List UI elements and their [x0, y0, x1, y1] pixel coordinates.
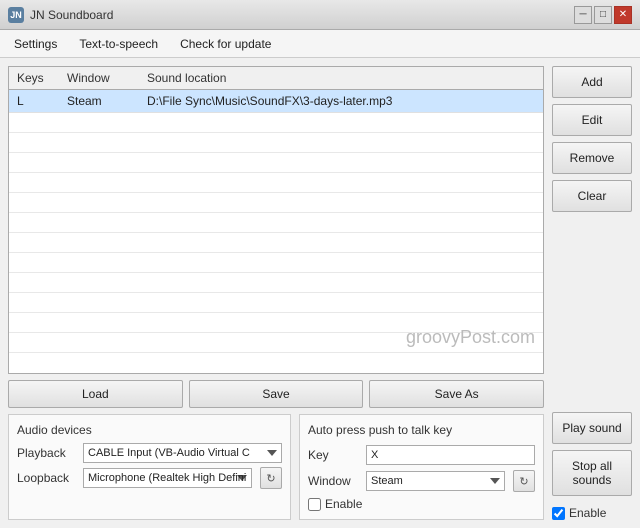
- auto-press-section: Auto press push to talk key Key Window S…: [299, 414, 544, 520]
- empty-row: [9, 133, 543, 153]
- title-bar: JN JN Soundboard ─ □ ✕: [0, 0, 640, 30]
- empty-row: [9, 153, 543, 173]
- auto-press-window-label: Window: [308, 474, 358, 488]
- window-title: JN Soundboard: [30, 8, 113, 22]
- empty-row: [9, 193, 543, 213]
- menu-item-update[interactable]: Check for update: [170, 33, 281, 55]
- loopback-row: Loopback Microphone (Realtek High Defini…: [17, 467, 282, 489]
- empty-row: [9, 173, 543, 193]
- key-field-row: Key: [308, 445, 535, 465]
- empty-row: [9, 273, 543, 293]
- sounds-table: Keys Window Sound location L Steam D:\Fi…: [8, 66, 544, 374]
- cell-window: Steam: [63, 92, 143, 110]
- window-field-row: Window Steam Discord TeamSpeak ↻: [308, 470, 535, 492]
- main-content: Keys Window Sound location L Steam D:\Fi…: [0, 58, 640, 528]
- auto-press-enable-row: Enable: [308, 497, 535, 511]
- play-sound-button[interactable]: Play sound: [552, 412, 632, 444]
- loopback-refresh-button[interactable]: ↻: [260, 467, 282, 489]
- auto-press-window-select[interactable]: Steam Discord TeamSpeak: [366, 471, 505, 491]
- header-sound-location: Sound location: [143, 70, 539, 86]
- load-button[interactable]: Load: [8, 380, 183, 408]
- auto-press-enable-checkbox[interactable]: [308, 498, 321, 511]
- menu-item-settings[interactable]: Settings: [4, 33, 67, 55]
- save-button[interactable]: Save: [189, 380, 364, 408]
- cell-key: L: [13, 92, 63, 110]
- save-as-button[interactable]: Save As: [369, 380, 544, 408]
- remove-button[interactable]: Remove: [552, 142, 632, 174]
- menu-item-tts[interactable]: Text-to-speech: [69, 33, 168, 55]
- close-button[interactable]: ✕: [614, 6, 632, 24]
- table-header: Keys Window Sound location: [9, 67, 543, 90]
- enable-main-checkbox[interactable]: [552, 507, 565, 520]
- auto-press-title: Auto press push to talk key: [308, 423, 535, 437]
- enable-main-label: Enable: [569, 506, 606, 520]
- title-bar-left: JN JN Soundboard: [8, 7, 113, 23]
- watermark: groovyPost.com: [9, 323, 543, 352]
- app-icon: JN: [8, 7, 24, 23]
- edit-button[interactable]: Edit: [552, 104, 632, 136]
- title-bar-controls: ─ □ ✕: [574, 6, 632, 24]
- key-input[interactable]: [366, 445, 535, 465]
- empty-row: [9, 113, 543, 133]
- empty-row: [9, 213, 543, 233]
- maximize-button[interactable]: □: [594, 6, 612, 24]
- cell-sound-location: D:\File Sync\Music\SoundFX\3-days-later.…: [143, 92, 539, 110]
- auto-press-refresh-button[interactable]: ↻: [513, 470, 535, 492]
- action-row: Load Save Save As: [8, 380, 544, 408]
- playback-row: Playback CABLE Input (VB-Audio Virtual C…: [17, 443, 282, 463]
- audio-devices-title: Audio devices: [17, 423, 282, 437]
- empty-rows: [9, 113, 543, 353]
- right-panel: Add Edit Remove Clear Play sound Stop al…: [552, 66, 632, 520]
- stop-all-sounds-button[interactable]: Stop all sounds: [552, 450, 632, 496]
- menu-bar: Settings Text-to-speech Check for update: [0, 30, 640, 58]
- loopback-label: Loopback: [17, 471, 75, 485]
- clear-button[interactable]: Clear: [552, 180, 632, 212]
- empty-row: [9, 253, 543, 273]
- table-row[interactable]: L Steam D:\File Sync\Music\SoundFX\3-day…: [9, 90, 543, 113]
- empty-row: [9, 293, 543, 313]
- loopback-select[interactable]: Microphone (Realtek High Defini Default …: [83, 468, 252, 488]
- playback-label: Playback: [17, 446, 75, 460]
- enable-main-row: Enable: [552, 506, 632, 520]
- auto-press-enable-label: Enable: [325, 497, 362, 511]
- empty-row: [9, 233, 543, 253]
- key-label: Key: [308, 448, 358, 462]
- left-panel: Keys Window Sound location L Steam D:\Fi…: [8, 66, 544, 520]
- playback-select[interactable]: CABLE Input (VB-Audio Virtual C Default …: [83, 443, 282, 463]
- add-button[interactable]: Add: [552, 66, 632, 98]
- header-window: Window: [63, 70, 143, 86]
- audio-devices-section: Audio devices Playback CABLE Input (VB-A…: [8, 414, 291, 520]
- header-keys: Keys: [13, 70, 63, 86]
- minimize-button[interactable]: ─: [574, 6, 592, 24]
- bottom-section: Audio devices Playback CABLE Input (VB-A…: [8, 414, 544, 520]
